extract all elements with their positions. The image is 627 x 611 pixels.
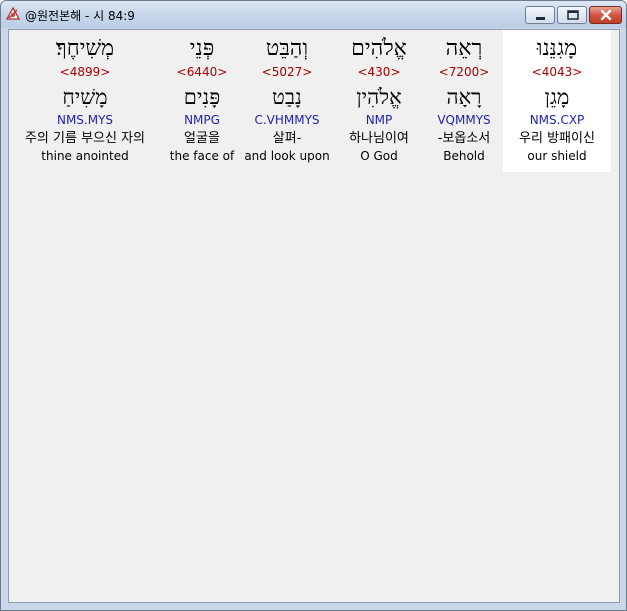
hebrew-word: מְשִׁיחֶךָ׃ — [55, 36, 115, 61]
english-gloss: thine anointed — [41, 149, 129, 163]
english-gloss: and look upon — [244, 149, 330, 163]
window-title: @원전본해 - 시 84:9 — [25, 9, 135, 23]
morphology-code: C.VHMMYS — [254, 113, 320, 127]
english-gloss: Behold — [443, 149, 485, 163]
hebrew-lemma: מָשִׁיחַ — [62, 85, 108, 109]
korean-gloss: 우리 방패이신 — [519, 131, 595, 146]
word-column-1[interactable]: מָגִנֵּנוּ <4043> מָגֵן NMS.CXP 우리 방패이신 … — [503, 30, 611, 172]
maximize-button[interactable] — [557, 6, 587, 24]
word-table: מָגִנֵּנוּ <4043> מָגֵן NMS.CXP 우리 방패이신 … — [8, 29, 620, 603]
close-icon — [600, 9, 612, 21]
maximize-icon — [567, 10, 579, 20]
korean-gloss: 살펴- — [272, 131, 302, 146]
hebrew-lemma: רָאָה — [446, 85, 482, 109]
korean-gloss: 하나님이여 — [349, 131, 409, 146]
app-window: @원전본해 - 시 84:9 מָגִנֵּנוּ <4043> מָגֵן N… — [0, 0, 627, 611]
word-column-6[interactable]: מְשִׁיחֶךָ׃ <4899> מָשִׁיחַ NMS.MYS 주의 기… — [9, 30, 161, 172]
english-gloss: the face of — [169, 149, 235, 163]
hebrew-word: מָגִנֵּנוּ — [536, 36, 578, 61]
hebrew-word: אֱלֹהִים — [351, 36, 407, 61]
title-bar[interactable]: @원전본해 - 시 84:9 — [1, 1, 626, 28]
hebrew-lemma: אֱלֹהִין — [356, 85, 402, 109]
word-column-3[interactable]: אֱלֹהִים <430> אֱלֹהִין NMP 하나님이여 O God — [337, 30, 421, 172]
morphology-code: NMP — [365, 113, 393, 127]
hebrew-lemma: נָבַט — [272, 85, 302, 109]
app-icon[interactable] — [5, 6, 21, 22]
hebrew-word: וְהַבֵּט — [265, 36, 309, 61]
morphology-code: VQMMYS — [437, 113, 491, 127]
morphology-code: NMS.CXP — [529, 113, 585, 127]
morphology-code: NMS.MYS — [56, 113, 114, 127]
korean-gloss: -보옵소서 — [437, 131, 491, 146]
morphology-code: NMPG — [184, 113, 220, 127]
strong-number[interactable]: <6440> — [164, 65, 240, 79]
close-button[interactable] — [589, 6, 622, 24]
korean-gloss: 얼굴을 — [184, 131, 220, 146]
minimize-button[interactable] — [525, 6, 555, 24]
strong-number[interactable]: <4043> — [503, 65, 611, 79]
word-column-2[interactable]: רְאֵה <7200> רָאָה VQMMYS -보옵소서 Behold — [425, 30, 503, 172]
minimize-icon — [536, 17, 545, 20]
hebrew-word: פְּנֵי — [189, 36, 215, 61]
strong-number[interactable]: <7200> — [425, 65, 503, 79]
hebrew-word: רְאֵה — [445, 36, 483, 61]
strong-number[interactable]: <4899> — [9, 65, 161, 79]
hebrew-lemma: מָגֵן — [544, 85, 570, 109]
english-gloss: our shield — [527, 149, 587, 163]
hebrew-lemma: פָּנִים — [183, 85, 221, 109]
english-gloss: O God — [360, 149, 398, 163]
word-column-4[interactable]: וְהַבֵּט <5027> נָבַט C.VHMMYS 살펴- and l… — [243, 30, 331, 172]
strong-number[interactable]: <430> — [337, 65, 421, 79]
word-column-5[interactable]: פְּנֵי <6440> פָּנִים NMPG 얼굴을 the face … — [164, 30, 240, 172]
korean-gloss: 주의 기름 부으신 자의 — [24, 131, 146, 146]
strong-number[interactable]: <5027> — [243, 65, 331, 79]
